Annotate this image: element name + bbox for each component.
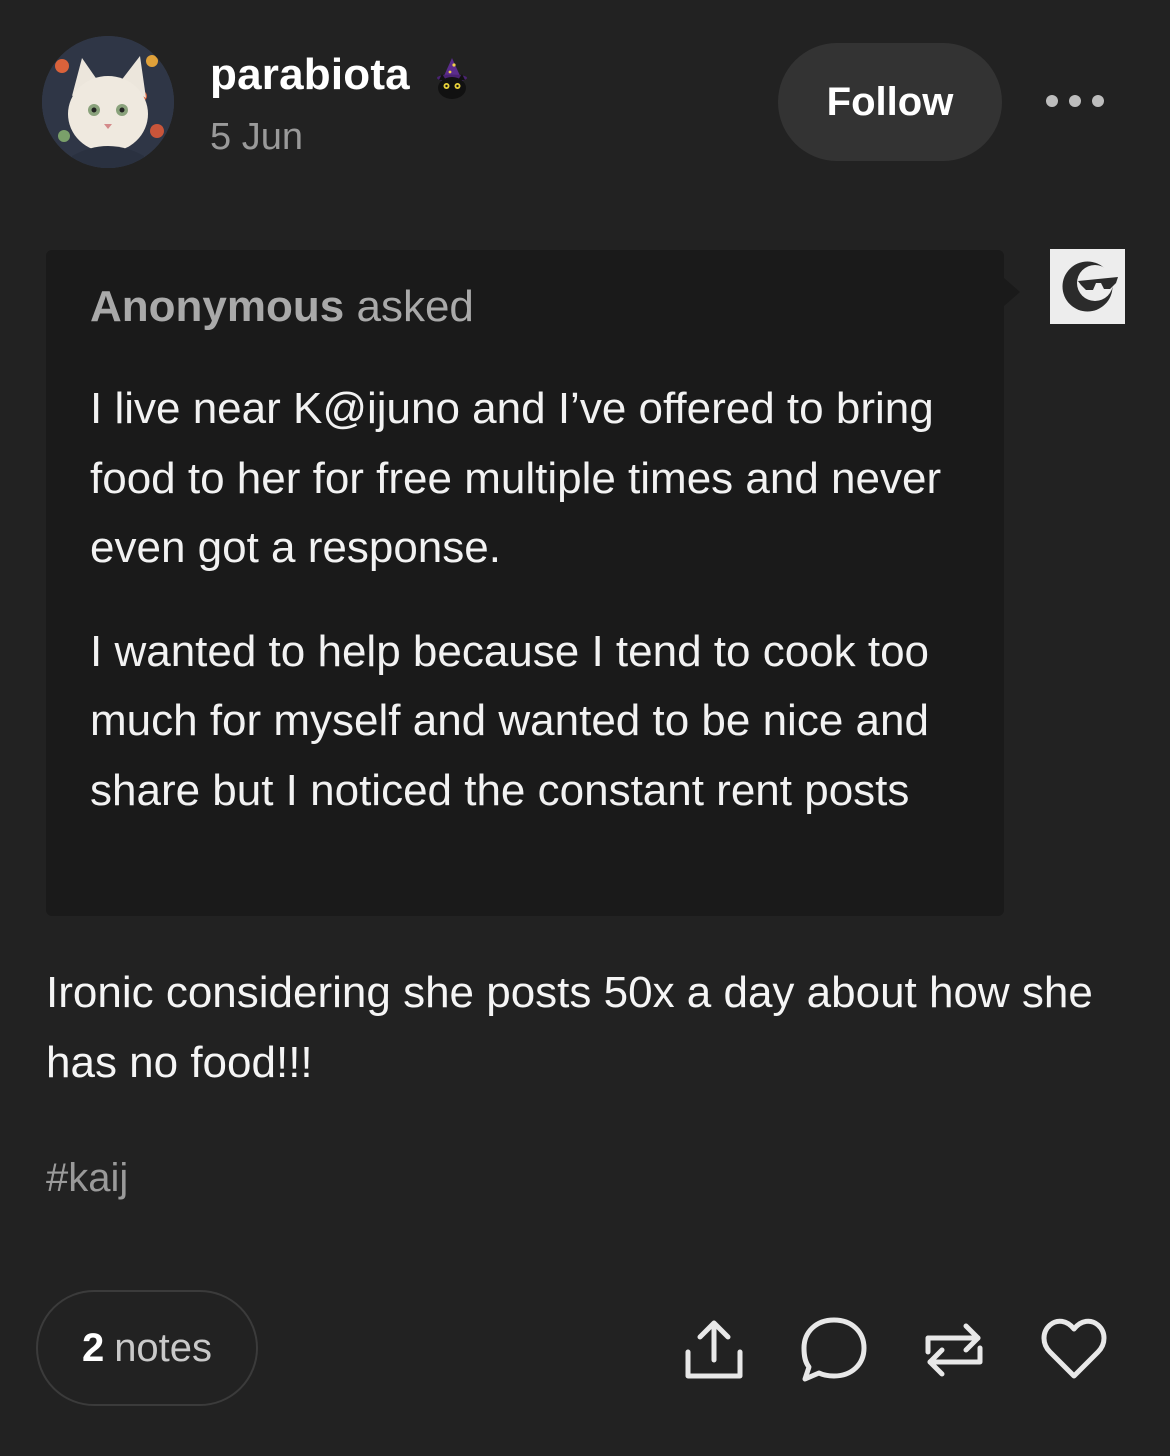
reblog-icon[interactable] — [916, 1312, 992, 1388]
notes-label: notes — [114, 1325, 213, 1370]
wizard-cat-badge-icon — [430, 56, 474, 100]
asker-line: Anonymous asked — [90, 282, 474, 332]
asker-name: Anonymous — [90, 282, 345, 331]
cat-avatar-image — [42, 36, 174, 168]
more-dots-icon[interactable] — [1040, 86, 1110, 116]
username[interactable]: parabiota — [210, 50, 410, 100]
ask-box-pointer — [1004, 278, 1020, 306]
heart-icon[interactable] — [1036, 1312, 1112, 1388]
notes-count: 2 — [81, 1325, 105, 1370]
question-paragraph: I wanted to help because I tend to cook … — [90, 626, 930, 815]
post-date: 5 Jun — [210, 116, 303, 158]
tag-link[interactable]: #kaij — [46, 1156, 128, 1201]
reply-icon[interactable] — [796, 1312, 872, 1388]
asker-suffix: asked — [356, 282, 474, 331]
notes-button[interactable]: 2 notes — [36, 1290, 258, 1406]
answer-text: Ironic considering she posts 50x a day a… — [46, 968, 1093, 1087]
post-header: parabiota 5 Jun Follow — [0, 0, 1170, 200]
share-icon[interactable] — [676, 1312, 752, 1388]
question-paragraph: I live near K@ijuno and I’ve offered to … — [90, 384, 942, 572]
anonymous-sunglasses-icon — [1050, 249, 1125, 324]
user-avatar[interactable] — [42, 36, 174, 168]
follow-button[interactable]: Follow — [778, 43, 1002, 161]
question-text: I live near K@ijuno and I’ve offered to … — [90, 374, 970, 825]
